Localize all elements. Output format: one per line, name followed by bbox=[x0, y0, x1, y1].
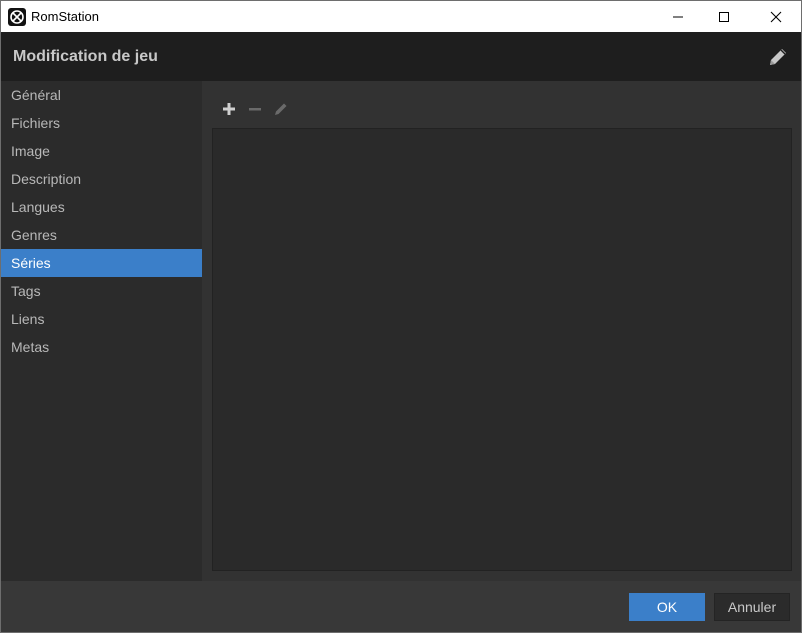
title-bar[interactable]: RomStation bbox=[1, 1, 801, 32]
sidebar-item-liens[interactable]: Liens bbox=[1, 305, 202, 333]
sidebar-item-general[interactable]: Général bbox=[1, 81, 202, 109]
page-title: Modification de jeu bbox=[13, 48, 158, 65]
sidebar: Général Fichiers Image Description Langu… bbox=[1, 81, 202, 581]
window-title: RomStation bbox=[31, 9, 99, 24]
sidebar-item-image[interactable]: Image bbox=[1, 137, 202, 165]
pencil-icon[interactable] bbox=[273, 101, 289, 117]
dialog-window: RomStation Modification de jeu Général F… bbox=[0, 0, 802, 633]
minimize-button[interactable] bbox=[655, 1, 701, 32]
sidebar-item-series[interactable]: Séries bbox=[1, 249, 202, 277]
close-button[interactable] bbox=[753, 1, 799, 32]
series-panel bbox=[202, 81, 801, 581]
maximize-button[interactable] bbox=[701, 1, 747, 32]
plus-icon[interactable] bbox=[221, 101, 237, 117]
cancel-button[interactable]: Annuler bbox=[714, 593, 790, 621]
close-icon bbox=[770, 11, 782, 22]
dialog-footer: OK Annuler bbox=[1, 581, 801, 632]
sidebar-item-fichiers[interactable]: Fichiers bbox=[1, 109, 202, 137]
pencil-icon[interactable] bbox=[767, 46, 789, 68]
minus-icon[interactable] bbox=[247, 101, 263, 117]
ok-button[interactable]: OK bbox=[629, 593, 705, 621]
romstation-logo-icon bbox=[8, 8, 26, 26]
dialog-header: Modification de jeu bbox=[1, 32, 801, 81]
sidebar-item-description[interactable]: Description bbox=[1, 165, 202, 193]
sidebar-item-metas[interactable]: Metas bbox=[1, 333, 202, 361]
sidebar-item-genres[interactable]: Genres bbox=[1, 221, 202, 249]
sidebar-item-langues[interactable]: Langues bbox=[1, 193, 202, 221]
maximize-icon bbox=[719, 11, 729, 22]
series-list[interactable] bbox=[212, 128, 792, 571]
sidebar-item-tags[interactable]: Tags bbox=[1, 277, 202, 305]
minimize-icon bbox=[673, 16, 683, 17]
